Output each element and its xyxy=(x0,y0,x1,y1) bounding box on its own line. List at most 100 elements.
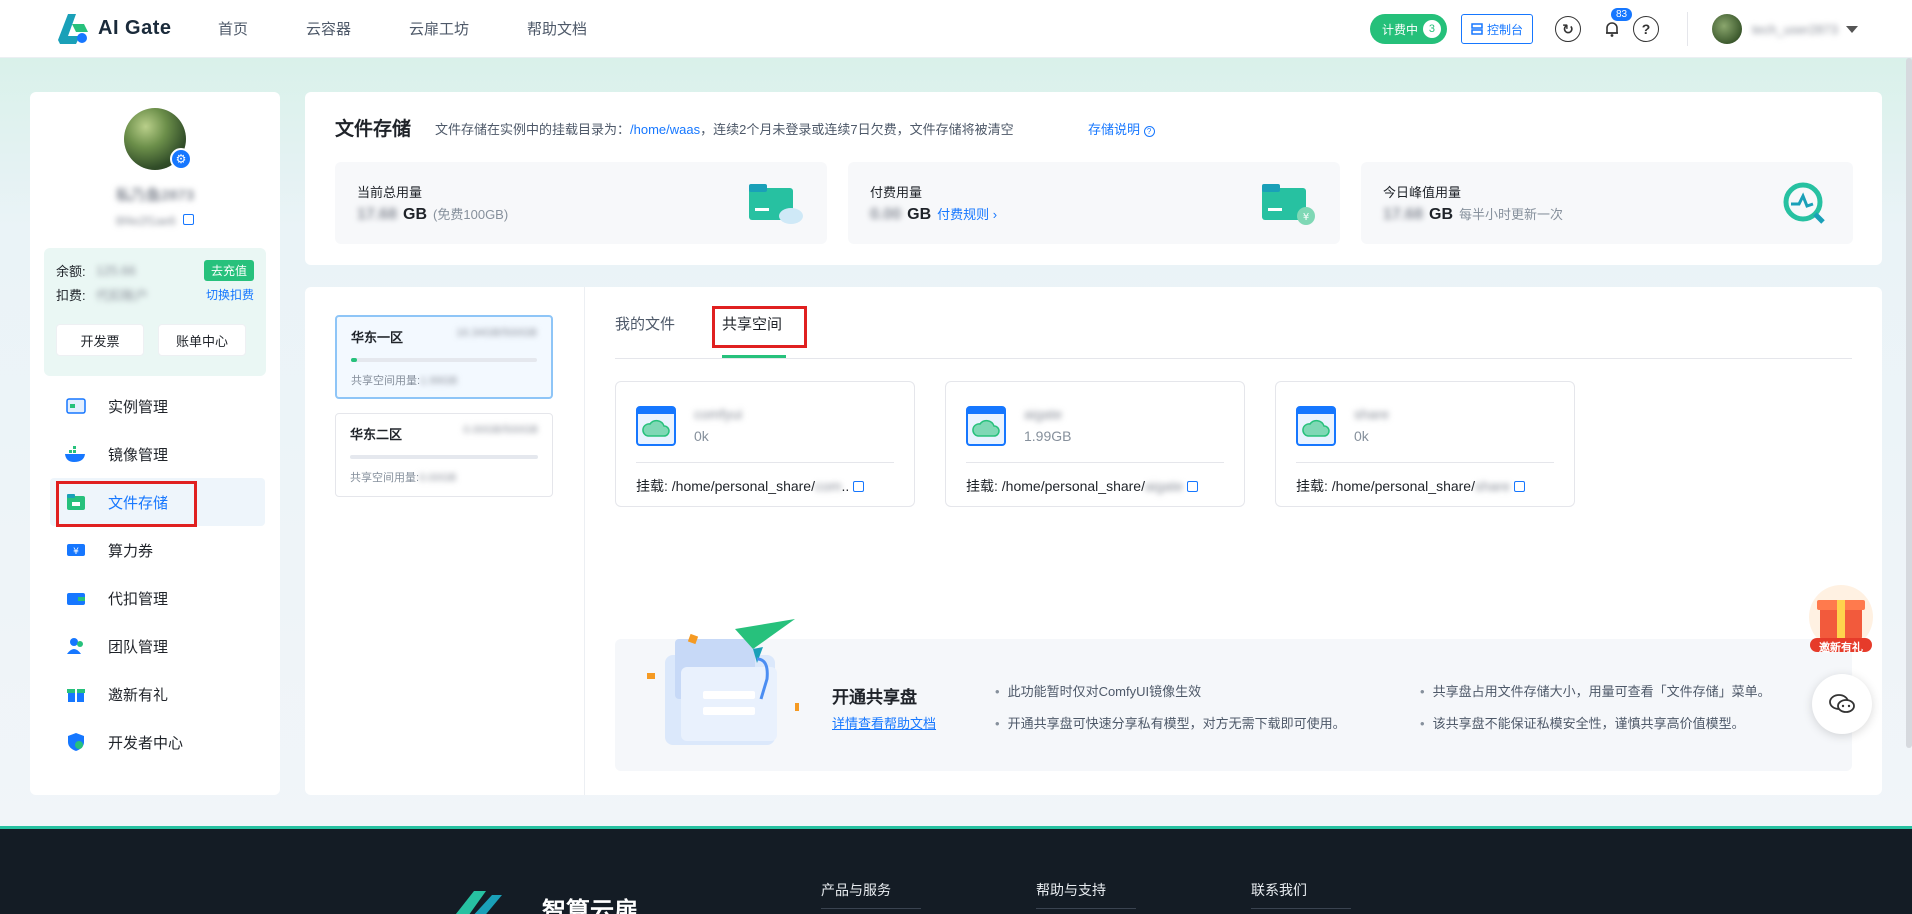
wallet-icon xyxy=(64,588,88,608)
sidebar-item-image[interactable]: 镜像管理 xyxy=(30,430,280,478)
mount-label: 挂载: xyxy=(1296,478,1328,494)
region-usage-fill xyxy=(351,358,357,362)
copy-icon[interactable] xyxy=(183,214,195,225)
storage-main-panel: 华东一区 16.34GB/500GB 共享空间用量:1.99GB 华东二区 0.00… xyxy=(305,287,1882,795)
mount-prefix: /home/personal_share/ xyxy=(1331,478,1475,494)
active-tab-indicator xyxy=(722,355,786,358)
paid-rules-link[interactable]: 付费规则 › xyxy=(937,204,997,223)
paid-rules-label: 付费规则 xyxy=(937,207,990,222)
sidebar-menu: 实例管理 镜像管理 文件存储 ¥ 算力券 代扣管理 团队管理 邀新有礼 开发者中 xyxy=(30,382,280,766)
info-icon: ? xyxy=(1143,126,1155,137)
help-icon[interactable]: ? xyxy=(1633,16,1659,42)
avatar-settings-icon[interactable]: ⚙ xyxy=(170,148,192,170)
billing-label: 计费中 xyxy=(1381,22,1418,37)
promo-bullet: 该共享盘不能保证私模安全性，谨慎共享高价值模型。 xyxy=(1420,713,1745,732)
help-docs-link[interactable]: 详情查看帮助文档 xyxy=(832,713,936,732)
team-icon xyxy=(64,636,88,656)
shared-folder-card[interactable]: comfyui 0k 挂载: /home/personal_share/com.… xyxy=(615,381,915,507)
footer-logo-icon xyxy=(455,891,502,914)
sidebar-item-developer[interactable]: 开发者中心 xyxy=(30,718,280,766)
sidebar-item-label: 代扣管理 xyxy=(108,590,169,608)
notification-button[interactable]: 83 xyxy=(1599,8,1633,42)
region-usage-label: 共享空间用量: xyxy=(350,472,420,484)
region-usage-value: 1.99GB xyxy=(420,375,458,387)
invoice-button[interactable]: 开发票 xyxy=(56,324,144,356)
folder-size: 0k xyxy=(1354,428,1369,444)
switch-deduct-link[interactable]: 切换扣费 xyxy=(206,286,254,303)
footer-col-support[interactable]: 帮助与支持 xyxy=(1036,880,1106,900)
tab-my-files[interactable]: 我的文件 xyxy=(615,313,675,334)
folder-name: aigate xyxy=(1024,406,1063,422)
sidebar-item-coupon[interactable]: ¥ 算力券 xyxy=(30,526,280,574)
stat-unit: GB xyxy=(907,206,932,223)
nav-workshop[interactable]: 云扉工坊 xyxy=(409,18,469,39)
stat-value: 17.68 xyxy=(357,206,398,223)
footer: 智算云扉 xyxy=(0,826,1912,914)
folder-size: 1.99GB xyxy=(1024,428,1072,444)
mount-tail: aigate xyxy=(1144,478,1184,494)
folder-paid-icon: ¥ xyxy=(1262,184,1315,225)
mount-tail: share xyxy=(1474,478,1511,494)
region-amount: 0.00GB/500GB xyxy=(463,424,538,436)
storage-help-link[interactable]: 存储说明 ? xyxy=(1088,119,1155,138)
mount-prefix: /home/personal_share/ xyxy=(671,478,815,494)
refresh-icon[interactable]: ↻ xyxy=(1555,16,1581,42)
username[interactable]: tech_user2873 xyxy=(1752,22,1838,37)
footer-col-contact[interactable]: 联系我们 xyxy=(1251,880,1307,900)
promo-bullet: 开通共享盘可快速分享私有模型，对方无需下载即可使用。 xyxy=(995,713,1346,732)
logo[interactable]: AI Gate xyxy=(54,10,174,48)
balance-label: 余额: xyxy=(56,263,86,279)
chat-bubble-icon xyxy=(1829,694,1855,713)
invite-gift-widget[interactable]: 邀新有礼 xyxy=(1806,584,1876,654)
region-card-east1[interactable]: 华东一区 16.34GB/500GB 共享空间用量:1.99GB xyxy=(335,315,553,399)
card-divider xyxy=(966,462,1224,463)
region-usage-value: 0.00GB xyxy=(419,472,457,484)
promo-bullet: 共享盘占用文件存储大小，用量可查看「文件存储」菜单。 xyxy=(1420,681,1771,700)
chevron-down-icon[interactable] xyxy=(1846,25,1858,33)
sidebar-item-label: 算力券 xyxy=(108,542,154,560)
gift-icon xyxy=(64,684,88,704)
wallet-panel: 余额: 125.66 去充值 扣费: 代扣账户 切换扣费 开发票 账单中心 xyxy=(44,248,266,376)
sidebar-item-instance[interactable]: 实例管理 xyxy=(30,382,280,430)
footer-col-divider xyxy=(821,908,921,909)
storage-help-label: 存储说明 xyxy=(1088,122,1141,137)
billing-status-button[interactable]: 计费中 3 xyxy=(1369,14,1447,44)
stat-label: 付费用量 xyxy=(870,185,923,200)
user-avatar[interactable] xyxy=(1712,14,1742,44)
chat-support-button[interactable] xyxy=(1812,674,1872,734)
folder-name: comfyui xyxy=(694,406,743,422)
stat-note: 每半小时更新一次 xyxy=(1459,207,1564,222)
page-scrollbar[interactable] xyxy=(1906,58,1912,748)
nav-cloud-container[interactable]: 云容器 xyxy=(306,18,351,39)
nav-help-docs[interactable]: 帮助文档 xyxy=(527,18,587,39)
stat-unit: GB xyxy=(403,206,428,223)
footer-col-products[interactable]: 产品与服务 xyxy=(821,880,891,900)
sidebar-item-invite[interactable]: 邀新有礼 xyxy=(30,670,280,718)
region-amount: 16.34GB/500GB xyxy=(456,327,537,339)
profile-id-row: 8f4e2f1ae6 xyxy=(30,214,280,228)
copy-icon[interactable] xyxy=(1514,480,1526,492)
region-usage-label: 共享空间用量: xyxy=(351,375,421,387)
copy-icon[interactable] xyxy=(853,480,865,492)
sidebar-item-withhold[interactable]: 代扣管理 xyxy=(30,574,280,622)
region-card-east2[interactable]: 华东二区 0.00GB/500GB 共享空间用量:0.00GB xyxy=(335,413,553,497)
mount-ellipsis: .. xyxy=(841,478,850,494)
shared-folder-card[interactable]: share 0k 挂载: /home/personal_share/share xyxy=(1275,381,1575,507)
region-name: 华东二区 xyxy=(350,427,403,442)
promo-bullet: 此功能暂时仅对ComfyUI镜像生效 xyxy=(995,681,1202,700)
sidebar-item-team[interactable]: 团队管理 xyxy=(30,622,280,670)
notification-badge: 83 xyxy=(1611,8,1633,21)
card-divider xyxy=(1296,462,1554,463)
card-divider xyxy=(636,462,894,463)
folder-cloud-icon xyxy=(749,184,803,224)
recharge-button[interactable]: 去充值 xyxy=(203,259,254,281)
shared-folder-card[interactable]: aigate 1.99GB 挂载: /home/personal_share/a… xyxy=(945,381,1245,507)
sidebar-item-label: 开发者中心 xyxy=(108,734,184,752)
bill-center-button[interactable]: 账单中心 xyxy=(158,324,246,356)
nav-home[interactable]: 首页 xyxy=(218,18,248,39)
copy-icon[interactable] xyxy=(1187,480,1199,492)
console-button[interactable]: 控制台 xyxy=(1460,14,1533,44)
stat-label: 当前总用量 xyxy=(357,185,423,200)
deduct-label: 扣费: xyxy=(56,287,86,303)
folder-name: share xyxy=(1354,406,1390,422)
